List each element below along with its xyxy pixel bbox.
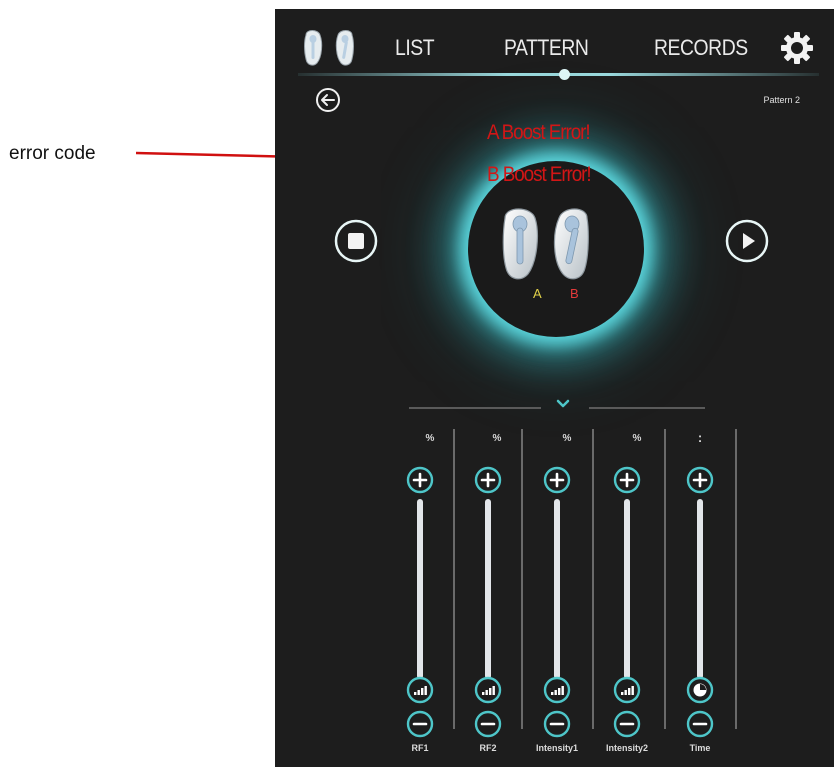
panel-divider-right [589,407,705,409]
minus-circle-icon[interactable] [474,710,502,738]
slider-unit: % [632,433,642,444]
error-message-a: A Boost Error! [487,121,591,144]
twin-applicator-logo-icon[interactable] [300,27,358,67]
tab-indicator-dot [559,69,570,80]
slider-track[interactable] [485,499,491,679]
tab-pattern[interactable]: PATTERN [504,35,589,61]
device-label-a: A [533,286,542,301]
signal-strength-icon [613,676,641,704]
plus-circle-icon[interactable] [543,466,571,494]
plus-circle-icon[interactable] [406,466,434,494]
panel-divider-left [409,407,541,409]
minus-circle-icon[interactable] [613,710,641,738]
slider-unit: % [425,433,435,444]
play-button[interactable] [725,219,769,263]
plus-circle-icon[interactable] [474,466,502,494]
stop-button[interactable] [334,219,378,263]
signal-strength-icon [474,676,502,704]
slider-unit: % [562,433,572,444]
chevron-down-icon[interactable] [555,397,571,411]
clock-icon [686,676,714,704]
slider-label: Time [689,743,711,753]
signal-strength-icon [543,676,571,704]
slider-label: Intensity1 [535,743,578,753]
slider-unit: : [697,430,703,445]
app-screen: LIST PATTERN RECORDS Pattern 2 A Boost E… [275,9,834,767]
pattern-name: Pattern 2 [763,95,800,105]
top-navigation: LIST PATTERN RECORDS [275,9,834,83]
column-separator [664,429,666,729]
plus-circle-icon[interactable] [613,466,641,494]
minus-circle-icon[interactable] [686,710,714,738]
tab-records[interactable]: RECORDS [654,35,748,61]
slider-track[interactable] [554,499,560,679]
slider-track[interactable] [624,499,630,679]
annotation-label: error code [9,143,96,164]
tab-list[interactable]: LIST [395,35,435,61]
slider-label: Intensity2 [605,743,648,753]
minus-circle-icon[interactable] [543,710,571,738]
twin-applicator-device-icon [502,208,589,280]
slider-track[interactable] [697,499,703,679]
gear-icon[interactable] [780,31,814,65]
slider-track[interactable] [417,499,423,679]
plus-circle-icon[interactable] [686,466,714,494]
error-message-b: B Boost Error! [487,163,592,186]
signal-strength-icon [406,676,434,704]
column-separator [735,429,737,729]
column-separator [592,429,594,729]
column-separator [521,429,523,729]
device-label-b: B [570,286,579,301]
column-separator [453,429,455,729]
back-arrow-icon[interactable] [315,87,341,113]
slider-label: RF2 [479,743,497,753]
minus-circle-icon[interactable] [406,710,434,738]
slider-unit: % [492,433,502,444]
